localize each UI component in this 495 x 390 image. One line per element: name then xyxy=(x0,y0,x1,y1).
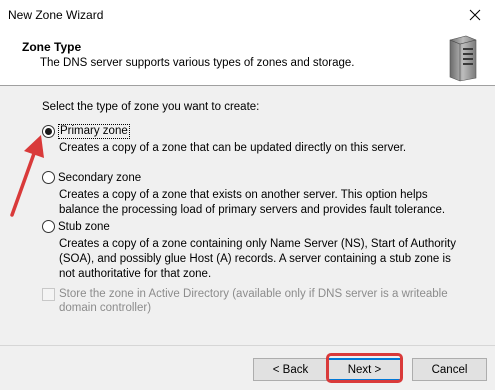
wizard-header: Zone Type The DNS server supports variou… xyxy=(0,30,495,86)
secondary-zone-description: Creates a copy of a zone that exists on … xyxy=(59,189,446,216)
wizard-content: Select the type of zone you want to crea… xyxy=(0,87,495,345)
active-directory-label: Store the zone in Active Directory (avai… xyxy=(59,288,448,314)
stub-zone-description: Creates a copy of a zone containing only… xyxy=(59,238,456,280)
stub-zone-radio[interactable]: Stub zone xyxy=(42,220,110,233)
close-button[interactable] xyxy=(455,0,495,30)
secondary-zone-label: Secondary zone xyxy=(58,171,142,184)
radio-button-selected[interactable] xyxy=(42,125,55,138)
server-icon xyxy=(449,35,477,82)
close-icon xyxy=(469,9,481,21)
primary-zone-label: Primary zone xyxy=(58,124,130,139)
back-button[interactable]: < Back xyxy=(253,358,328,381)
cancel-button[interactable]: Cancel xyxy=(412,358,487,381)
radio-button[interactable] xyxy=(42,171,55,184)
window-title: New Zone Wizard xyxy=(8,8,104,22)
footer-divider xyxy=(0,345,495,346)
active-directory-option: Store the zone in Active Directory (avai… xyxy=(42,287,479,315)
page-subtitle: The DNS server supports various types of… xyxy=(40,57,355,69)
secondary-zone-radio[interactable]: Secondary zone xyxy=(42,171,141,184)
stub-zone-label: Stub zone xyxy=(58,220,110,233)
title-bar: New Zone Wizard xyxy=(0,0,495,30)
zone-type-prompt: Select the type of zone you want to crea… xyxy=(42,101,260,113)
next-button-highlight xyxy=(326,353,403,383)
active-directory-checkbox xyxy=(42,288,55,301)
radio-button[interactable] xyxy=(42,220,55,233)
primary-zone-description: Creates a copy of a zone that can be upd… xyxy=(59,142,407,154)
primary-zone-radio[interactable]: Primary zone xyxy=(42,124,130,139)
page-title: Zone Type xyxy=(22,40,82,54)
